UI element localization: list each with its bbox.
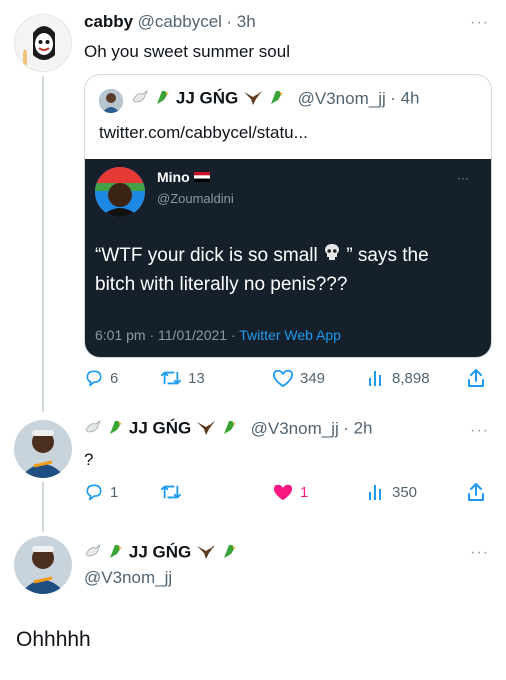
eagle-icon <box>196 418 216 441</box>
person-photo-icon <box>14 536 72 594</box>
person-photo-icon <box>99 89 123 113</box>
tweet2-avatar[interactable] <box>14 420 72 478</box>
tweet2-more-button[interactable]: ··· <box>470 422 489 440</box>
mino-text-line1: “WTF your dick is so small <box>95 245 318 266</box>
parrot-icon <box>106 418 124 441</box>
cabby-avatar[interactable] <box>14 14 72 72</box>
heart-icon <box>272 369 293 388</box>
tweet3-author-name[interactable]: JJ GŃG <box>129 543 191 562</box>
tweet2-like-count: 1 <box>300 483 309 501</box>
tweet1-like-button[interactable]: 349 <box>272 368 325 388</box>
eagle-icon <box>196 542 216 565</box>
analytics-icon <box>369 485 381 500</box>
tweet3-more-button[interactable]: ··· <box>470 544 489 562</box>
heart-filled-icon <box>273 484 293 501</box>
mino-header: Mino <box>157 169 211 187</box>
parrot-icon <box>106 542 124 565</box>
tweet2-author-name[interactable]: JJ GŃG <box>129 419 191 438</box>
parrot-icon-2 <box>220 542 238 565</box>
quote-author-avatar[interactable] <box>99 89 123 113</box>
mino-text-line2: bitch with literally no penis??? <box>95 274 348 296</box>
dove-icon <box>84 418 102 441</box>
mino-source: Twitter Web App <box>239 327 341 343</box>
tweet1-views-button[interactable]: 8,898 <box>366 368 430 388</box>
parrot-icon-2 <box>220 418 238 441</box>
mino-avatar <box>95 167 145 217</box>
analytics-icon <box>369 371 381 386</box>
parrot-icon <box>153 88 171 111</box>
quoted-tweet-card[interactable]: JJ GŃG @V3nom_jj · 4h twitter.com/cabbyc… <box>84 74 492 358</box>
mino-more-button: ··· <box>457 171 469 185</box>
quote-link[interactable]: twitter.com/cabbycel/statu... <box>99 123 308 143</box>
tweet1-views-count: 8,898 <box>392 369 430 387</box>
share-icon <box>468 369 484 387</box>
thread-line-2 <box>42 482 44 532</box>
tweet3-author-handle[interactable]: @V3nom_jj <box>84 568 172 588</box>
tweet2-views-count: 350 <box>392 483 418 501</box>
mino-name: Mino <box>157 169 190 186</box>
tweet2-retweet-button[interactable] <box>160 482 182 502</box>
mino-meta: 6:01 pm · 11/01/2021 · Twitter Web App <box>95 327 341 343</box>
tweet3-header: JJ GŃG <box>84 542 238 565</box>
embedded-tweet-screenshot[interactable]: Mino @Zoumaldini ··· “WTF your dick is s… <box>85 159 491 357</box>
tweet2-text: ? <box>84 450 94 469</box>
mino-handle: @Zoumaldini <box>157 191 234 206</box>
tweet2-author-handle[interactable]: @V3nom_jj <box>251 419 339 438</box>
mino-timestamp: 6:01 pm · 11/01/2021 · <box>95 327 236 343</box>
tweet1-more-button[interactable]: ··· <box>470 14 489 32</box>
quote-timestamp[interactable]: · 4h <box>390 89 419 108</box>
tweet3-avatar[interactable] <box>14 536 72 594</box>
tweet1-share-button[interactable] <box>466 368 486 388</box>
retweet-icon <box>161 371 181 385</box>
tweet2-views-button[interactable]: 350 <box>366 482 417 502</box>
tweet1-author-name[interactable]: cabby <box>84 12 133 31</box>
tweet2-like-button[interactable]: 1 <box>272 482 308 502</box>
tweet1-retweet-count: 13 <box>188 369 205 387</box>
tweet1-reply-button[interactable]: 6 <box>84 368 118 388</box>
share-icon <box>468 483 484 501</box>
tweet2-reply-button[interactable]: 1 <box>84 482 118 502</box>
tweet3-text: Ohhhhh <box>16 628 91 651</box>
tweet2-share-button[interactable] <box>466 482 486 502</box>
thread-line-1 <box>42 76 44 412</box>
mino-tweet-text: “WTF your dick is so small ” says the bi… <box>95 241 487 299</box>
tweet1-timestamp[interactable]: · 3h <box>226 12 255 31</box>
parrot-icon-2 <box>267 88 285 111</box>
person-photo-icon <box>95 167 145 217</box>
tweet1-like-count: 349 <box>300 369 326 387</box>
tweet1-retweet-button[interactable]: 13 <box>160 368 205 388</box>
quote-author-handle[interactable]: @V3nom_jj <box>298 89 386 108</box>
mino-text-line1-end: ” says the <box>346 245 429 266</box>
tweet2-header: JJ GŃG @V3nom_jj · 2h <box>84 418 373 441</box>
tweet1-reply-count: 6 <box>110 369 119 387</box>
quote-header: JJ GŃG @V3nom_jj · 4h <box>131 88 420 111</box>
tweet1-header: cabby @cabbycel · 3h <box>84 12 256 32</box>
tweet2-timestamp[interactable]: · 2h <box>343 419 372 438</box>
quote-author-name[interactable]: JJ GŃG <box>176 89 238 108</box>
retweet-icon <box>161 485 181 499</box>
reply-icon <box>86 370 102 387</box>
dove-icon <box>131 88 149 111</box>
tweet1-text: Oh you sweet summer soul <box>84 42 290 61</box>
eagle-icon <box>243 88 263 111</box>
skull-icon <box>323 241 341 270</box>
dove-icon <box>84 542 102 565</box>
tweet1-author-handle[interactable]: @cabbycel <box>138 12 222 31</box>
cartoon-face-icon <box>15 15 71 71</box>
person-photo-icon <box>14 420 72 478</box>
reply-icon <box>86 484 102 501</box>
tweet2-reply-count: 1 <box>110 483 119 501</box>
egypt-flag-icon <box>194 169 211 187</box>
